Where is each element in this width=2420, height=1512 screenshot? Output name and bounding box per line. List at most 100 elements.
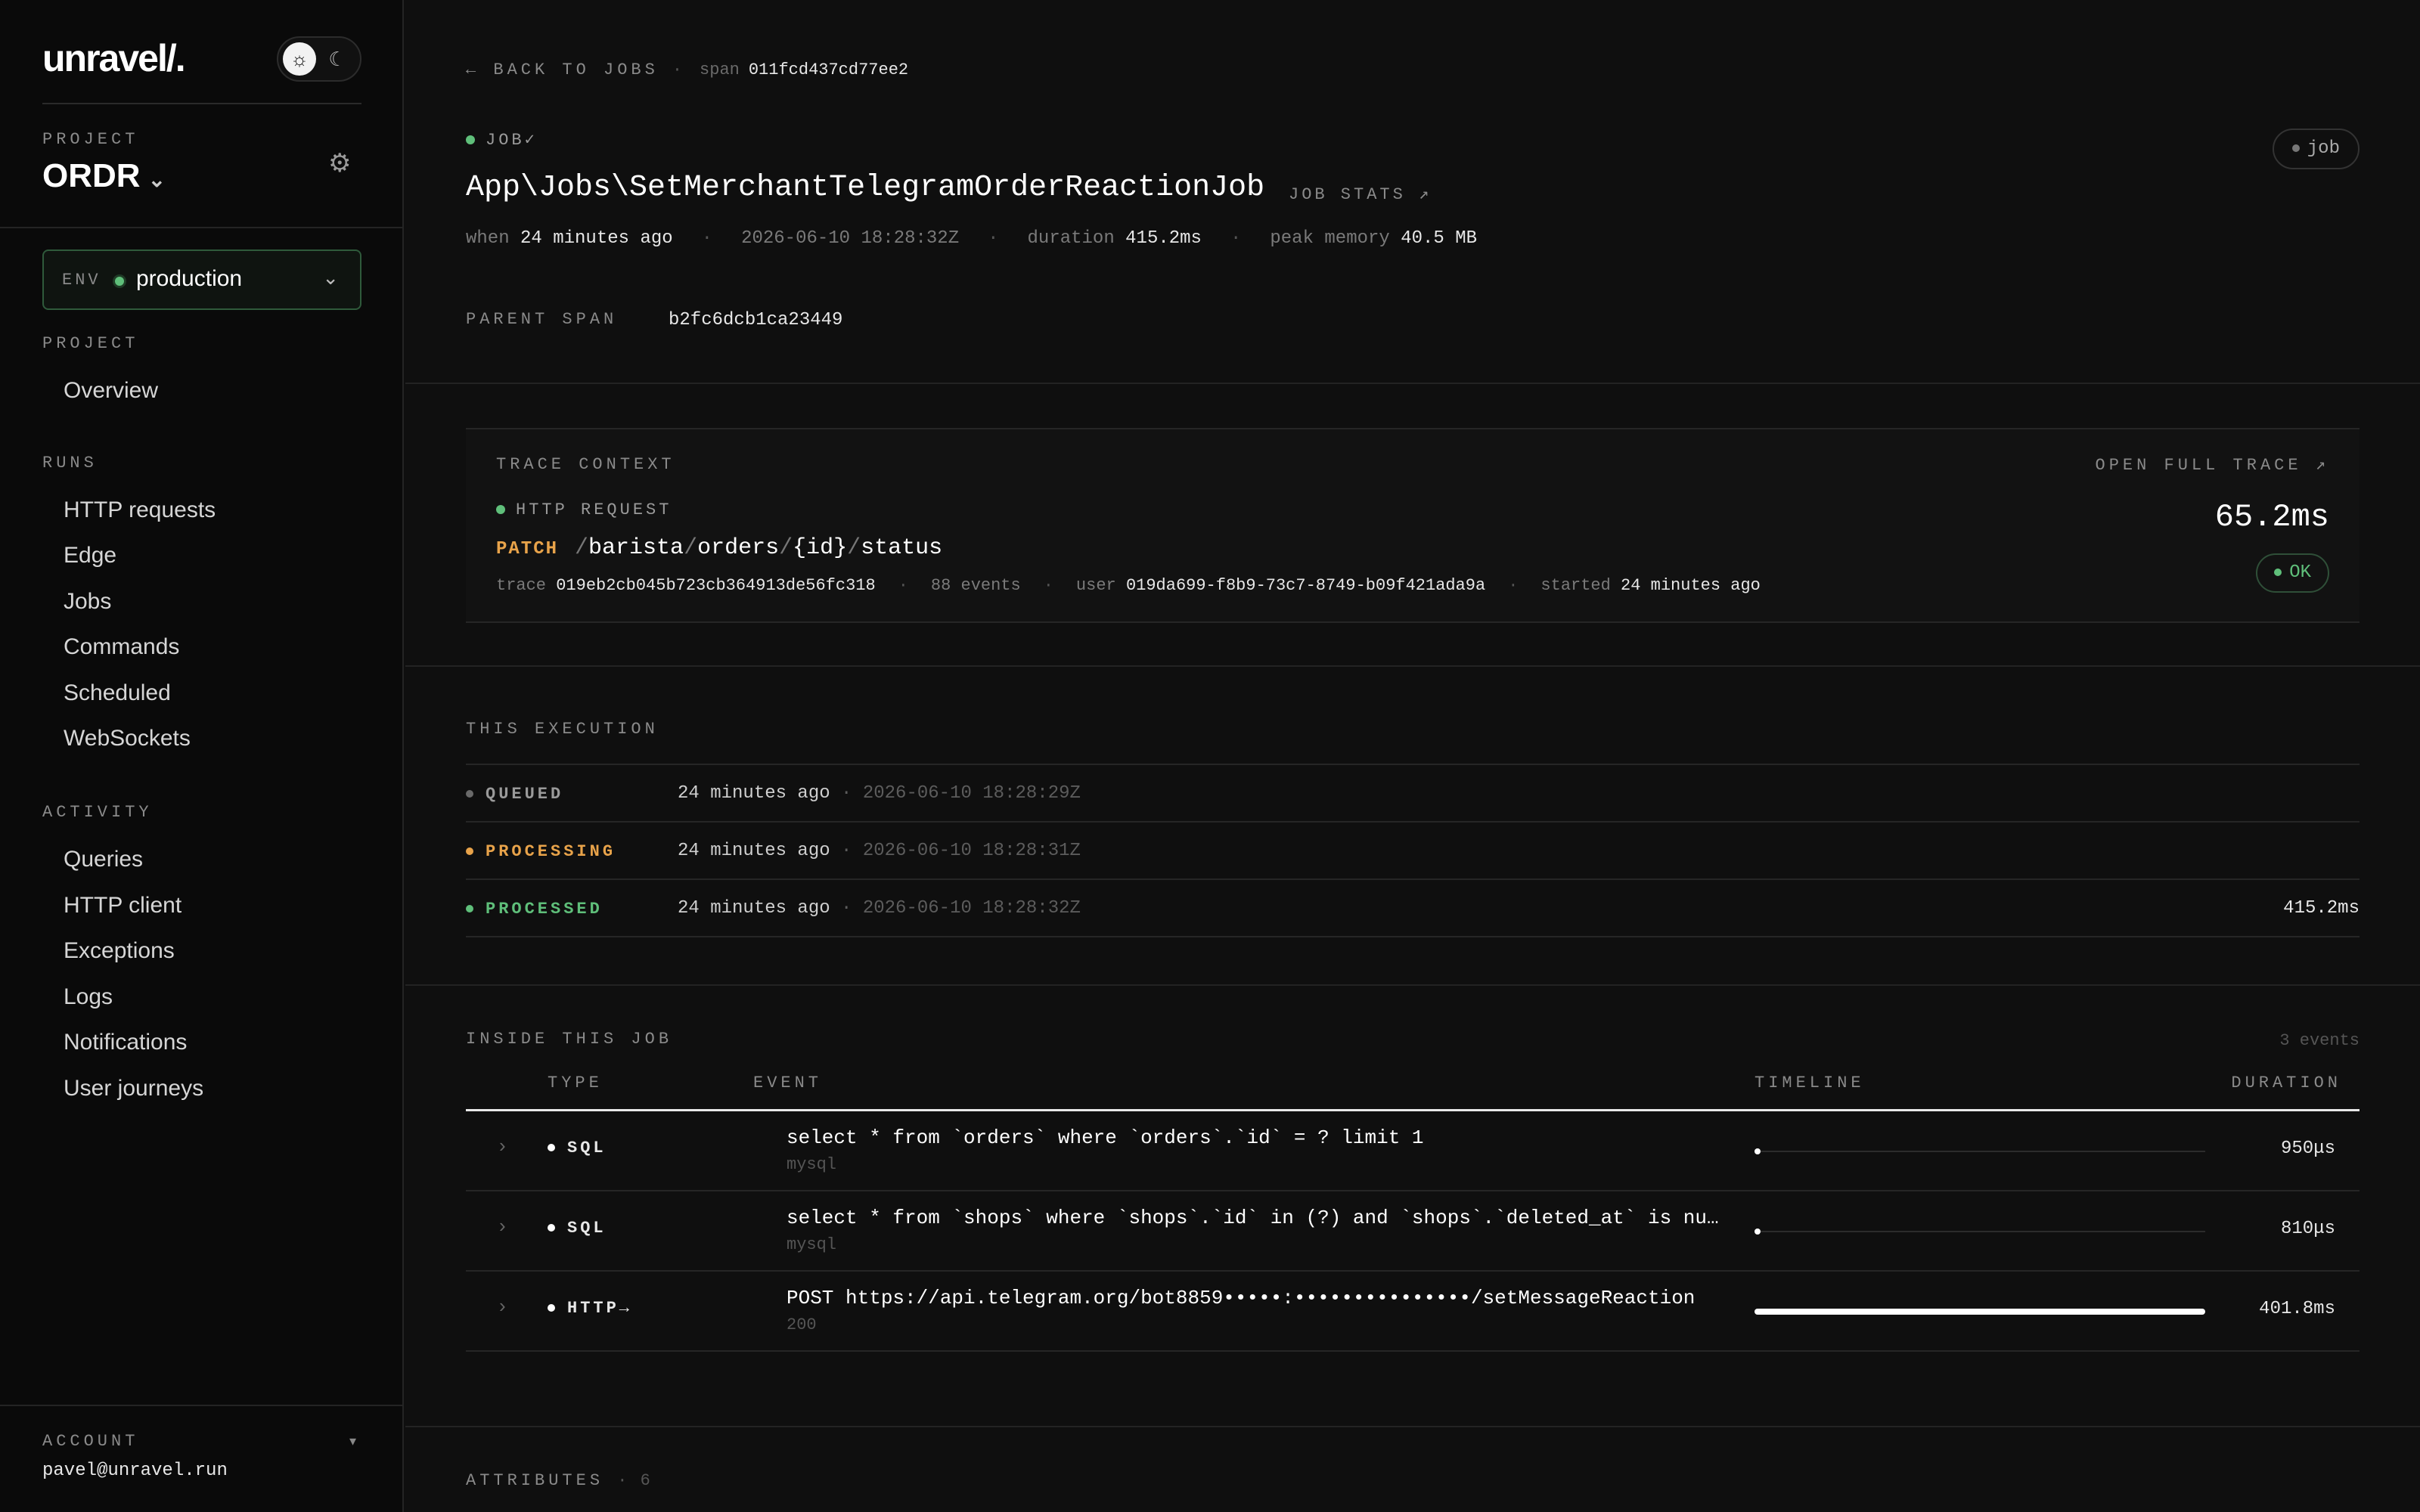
started-value: 24 minutes ago bbox=[1621, 576, 1761, 595]
caret-down-icon[interactable]: ▾ bbox=[349, 1433, 356, 1449]
state-label: PROCESSING bbox=[486, 842, 616, 861]
execution-row: PROCESSED 24 minutes ago · 2026-06-10 18… bbox=[466, 880, 2360, 937]
event-duration: 401.8ms bbox=[2259, 1299, 2335, 1319]
span-id: 011fcd437cd77ee2 bbox=[748, 60, 909, 79]
state-label: QUEUED bbox=[486, 785, 564, 804]
status-dot bbox=[2274, 568, 2282, 576]
back-to-jobs-link[interactable]: ← BACK TO JOBS bbox=[466, 60, 659, 79]
route-slash: / bbox=[684, 535, 698, 561]
table-row[interactable]: › HTTP→ POST https://api.telegram.org/bo… bbox=[466, 1272, 2360, 1352]
moon-icon[interactable]: ☾ bbox=[321, 42, 354, 76]
event-duration: 810μs bbox=[2280, 1219, 2335, 1239]
table-row[interactable]: › SQL select * from `orders` where `orde… bbox=[466, 1111, 2360, 1191]
execution-state: QUEUED bbox=[466, 785, 563, 804]
chevron-right-icon[interactable]: › bbox=[499, 1134, 506, 1157]
route-segment: barista bbox=[588, 535, 684, 561]
state-dot bbox=[466, 905, 473, 913]
divider bbox=[0, 1405, 404, 1406]
timeline-track bbox=[1754, 1309, 2205, 1315]
duration-value: 415.2ms bbox=[1125, 228, 1202, 249]
trace-label: trace bbox=[496, 576, 547, 595]
chevron-down-icon: ⌄ bbox=[322, 266, 339, 289]
timeline-track bbox=[1754, 1148, 2205, 1154]
when-label: when bbox=[466, 228, 510, 249]
event-query: select * from `orders` where `orders`.`i… bbox=[786, 1126, 1424, 1149]
chevron-right-icon[interactable]: › bbox=[499, 1294, 506, 1318]
relative-time: 24 minutes ago bbox=[678, 783, 830, 804]
http-method: PATCH bbox=[496, 539, 559, 559]
sidebar-item-exceptions[interactable]: Exceptions bbox=[64, 938, 175, 964]
type-dot bbox=[548, 1224, 555, 1232]
theme-toggle[interactable]: ☼ ☾ bbox=[277, 36, 361, 82]
state-dot bbox=[466, 847, 473, 856]
status-label: OK bbox=[2289, 562, 2311, 583]
execution-when: 24 minutes ago · 2026-06-10 18:28:32Z bbox=[678, 898, 1081, 919]
event-type: SQL bbox=[548, 1219, 607, 1238]
sun-icon[interactable]: ☼ bbox=[283, 42, 316, 76]
sidebar-item-commands[interactable]: Commands bbox=[64, 634, 179, 660]
divider bbox=[405, 1426, 2420, 1427]
divider bbox=[0, 227, 404, 228]
relative-time: 24 minutes ago bbox=[678, 898, 830, 919]
sidebar-item-logs[interactable]: Logs bbox=[64, 984, 113, 1010]
job-stats-link[interactable]: JOB STATS ↗ bbox=[1289, 184, 1432, 204]
sidebar-item-edge[interactable]: Edge bbox=[64, 543, 116, 569]
route-segment: {id} bbox=[793, 535, 848, 561]
account-email[interactable]: pavel@unravel.run bbox=[42, 1461, 228, 1481]
execution-row: QUEUED 24 minutes ago · 2026-06-10 18:28… bbox=[466, 765, 2360, 823]
sidebar-item-scheduled[interactable]: Scheduled bbox=[64, 680, 171, 706]
table-row[interactable]: › SQL select * from `shops` where `shops… bbox=[466, 1191, 2360, 1272]
span-meta: when 24 minutes ago · 2026-06-10 18:28:32Z… bbox=[466, 228, 1478, 249]
attributes-count: · 6 bbox=[617, 1471, 652, 1490]
when-value: 24 minutes ago bbox=[520, 228, 673, 249]
event-type: SQL bbox=[548, 1139, 607, 1157]
user-id: 019da699-f8b9-73c7-8749-b09f421ada9a bbox=[1125, 576, 1486, 595]
chevron-right-icon[interactable]: › bbox=[499, 1214, 506, 1238]
attributes-label[interactable]: ATTRIBUTES · 6 bbox=[466, 1471, 652, 1490]
trace-meta: trace 019eb2cb045b723cb364913de56fc318 · 8… bbox=[496, 576, 1761, 595]
nav-section-activity: ACTIVITY bbox=[42, 803, 153, 822]
column-header-type: TYPE bbox=[548, 1074, 603, 1092]
started-label: started bbox=[1540, 576, 1611, 595]
gear-icon[interactable]: ⚙ bbox=[328, 148, 351, 178]
span-label: span bbox=[700, 60, 740, 79]
project-name: ORDR bbox=[42, 157, 141, 194]
env-select[interactable]: ENV production ⌄ bbox=[42, 249, 361, 310]
trace-event-count: 88 events bbox=[930, 576, 1021, 595]
route-slash: / bbox=[847, 535, 861, 561]
route-slash: / bbox=[575, 535, 589, 561]
status-dot bbox=[466, 135, 475, 145]
user-label: user bbox=[1075, 576, 1116, 595]
chevron-down-icon: ⌄ bbox=[147, 168, 166, 191]
execution-label: THIS EXECUTION bbox=[466, 720, 659, 739]
sidebar-item-queries[interactable]: Queries bbox=[64, 847, 143, 872]
open-full-trace-link[interactable]: OPEN FULL TRACE ↗ bbox=[2096, 455, 2329, 475]
event-subtitle: mysql bbox=[786, 1155, 837, 1174]
page-title: App\Jobs\SetMerchantTelegramOrderReactio… bbox=[466, 171, 1265, 205]
sidebar-item-user-journeys[interactable]: User journeys bbox=[64, 1076, 203, 1101]
timeline-bar bbox=[1754, 1309, 2205, 1315]
memory-label: peak memory bbox=[1270, 228, 1390, 249]
project-switcher[interactable]: ORDR ⌄ bbox=[42, 157, 166, 195]
event-subtitle: mysql bbox=[786, 1235, 837, 1254]
kind-label: JOB✓ bbox=[486, 131, 538, 150]
execution-state: PROCESSED bbox=[466, 900, 603, 919]
sidebar-item-overview[interactable]: Overview bbox=[64, 378, 158, 404]
timeline-bar bbox=[1754, 1228, 1761, 1235]
trace-route: PATCH/barista/orders/{id}/status bbox=[496, 535, 942, 561]
badge-label: job bbox=[2307, 138, 2340, 159]
sidebar-item-websockets[interactable]: WebSockets bbox=[64, 726, 191, 751]
sidebar-item-notifications[interactable]: Notifications bbox=[64, 1030, 187, 1055]
sidebar-item-http-client[interactable]: HTTP client bbox=[64, 893, 182, 919]
route-segment: orders bbox=[697, 535, 780, 561]
divider bbox=[405, 383, 2420, 384]
parent-span-link[interactable]: b2fc6dcb1ca23449 bbox=[669, 310, 842, 330]
timestamp: · 2026-06-10 18:28:31Z bbox=[841, 841, 1081, 861]
sidebar-item-jobs[interactable]: Jobs bbox=[64, 589, 111, 615]
logo[interactable]: unravel/. bbox=[42, 36, 186, 80]
timeline-track bbox=[1754, 1228, 2205, 1235]
type-dot bbox=[548, 1304, 555, 1312]
relative-time: 24 minutes ago bbox=[678, 841, 830, 861]
sidebar-item-http-requests[interactable]: HTTP requests bbox=[64, 497, 216, 523]
parent-span-label: PARENT SPAN bbox=[466, 310, 618, 329]
